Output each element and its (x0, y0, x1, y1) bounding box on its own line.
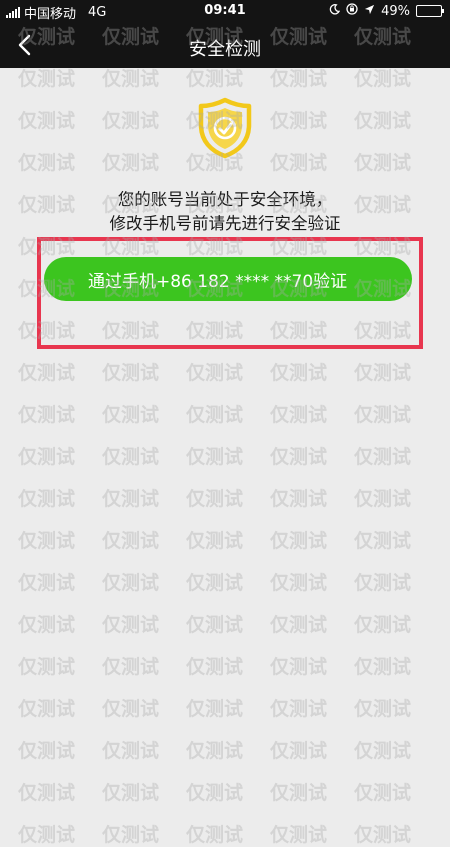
security-message-line2: 修改手机号前请先进行安全验证 (109, 214, 341, 233)
watermark-text: 仅测试 (18, 68, 76, 90)
watermark-text: 仅测试 (102, 572, 160, 594)
watermark-text: 仅测试 (102, 614, 160, 636)
watermark-text: 仅测试 (270, 572, 328, 594)
watermark-text: 仅测试 (270, 404, 328, 426)
watermark-text: 仅测试 (186, 530, 244, 552)
watermark-text: 仅测试 (270, 446, 328, 468)
location-arrow-icon (364, 4, 375, 19)
watermark-text: 仅测试 (354, 656, 412, 678)
watermark-text: 仅测试 (270, 698, 328, 720)
watermark-text: 仅测试 (354, 614, 412, 636)
watermark-text: 仅测试 (18, 824, 76, 846)
watermark-text: 仅测试 (270, 530, 328, 552)
watermark-text: 仅测试 (102, 698, 160, 720)
watermark-text: 仅测试 (354, 740, 412, 762)
watermark-text: 仅测试 (354, 488, 412, 510)
watermark-text: 仅测试 (354, 824, 412, 846)
watermark-text: 仅测试 (18, 656, 76, 678)
watermark-text: 仅测试 (186, 446, 244, 468)
watermark-text: 仅测试 (270, 488, 328, 510)
watermark-text: 仅测试 (354, 68, 412, 90)
watermark-text: 仅测试 (186, 698, 244, 720)
shield-icon (195, 97, 255, 159)
watermark-text: 仅测试 (186, 614, 244, 636)
watermark-text: 仅测试 (18, 740, 76, 762)
watermark-text: 仅测试 (270, 614, 328, 636)
watermark-text: 仅测试 (354, 698, 412, 720)
watermark-text: 仅测试 (18, 446, 76, 468)
watermark-text: 仅测试 (102, 488, 160, 510)
watermark-text: 仅测试 (102, 68, 160, 90)
watermark-text: 仅测试 (270, 740, 328, 762)
watermark-text: 仅测试 (18, 572, 76, 594)
watermark-text: 仅测试 (270, 110, 328, 132)
watermark-text: 仅测试 (102, 656, 160, 678)
watermark-text: 仅测试 (354, 446, 412, 468)
watermark-text: 仅测试 (102, 530, 160, 552)
status-right: 49% (329, 3, 444, 19)
battery-percent: 49% (381, 3, 410, 19)
nav-bar: 安全检测 (0, 22, 450, 68)
watermark-text: 仅测试 (18, 698, 76, 720)
watermark-text: 仅测试 (102, 110, 160, 132)
watermark-text: 仅测试 (270, 782, 328, 804)
watermark-text: 仅测试 (186, 782, 244, 804)
watermark-text: 仅测试 (270, 656, 328, 678)
verify-by-phone-button[interactable]: 通过手机+86 182 **** **70验证 (44, 257, 412, 301)
watermark-text: 仅测试 (18, 362, 76, 384)
watermark-text: 仅测试 (354, 110, 412, 132)
watermark-text: 仅测试 (18, 530, 76, 552)
watermark-text: 仅测试 (354, 152, 412, 174)
watermark-text: 仅测试 (186, 404, 244, 426)
watermark-text: 仅测试 (186, 68, 244, 90)
verify-button-label: 通过手机+86 182 **** **70验证 (88, 271, 348, 292)
watermark-text: 仅测试 (18, 404, 76, 426)
watermark-text: 仅测试 (354, 530, 412, 552)
watermark-text: 仅测试 (102, 362, 160, 384)
watermark-text: 仅测试 (102, 446, 160, 468)
watermark-text: 仅测试 (270, 152, 328, 174)
moon-icon (329, 3, 341, 19)
watermark-text: 仅测试 (18, 488, 76, 510)
watermark-text: 仅测试 (186, 362, 244, 384)
watermark-text: 仅测试 (18, 152, 76, 174)
watermark-text: 仅测试 (102, 782, 160, 804)
watermark-text: 仅测试 (354, 362, 412, 384)
watermark-text: 仅测试 (102, 404, 160, 426)
watermark-text: 仅测试 (18, 614, 76, 636)
page-title: 安全检测 (189, 39, 261, 60)
watermark-text: 仅测试 (18, 782, 76, 804)
watermark-text: 仅测试 (354, 404, 412, 426)
watermark-text: 仅测试 (270, 362, 328, 384)
watermark-text: 仅测试 (18, 110, 76, 132)
watermark-text: 仅测试 (102, 824, 160, 846)
battery-icon (416, 5, 444, 17)
watermark-text: 仅测试 (186, 656, 244, 678)
security-message-line1: 您的账号当前处于安全环境， (117, 190, 333, 209)
watermark-text: 仅测试 (354, 572, 412, 594)
watermark-text: 仅测试 (354, 782, 412, 804)
watermark-text: 仅测试 (102, 152, 160, 174)
watermark-text: 仅测试 (186, 572, 244, 594)
lock-rotation-icon (346, 3, 358, 19)
watermark-text: 仅测试 (270, 68, 328, 90)
watermark-text: 仅测试 (270, 824, 328, 846)
watermark-text: 仅测试 (186, 824, 244, 846)
status-bar: 中国移动 4G 09:41 49% (0, 0, 450, 22)
watermark-text: 仅测试 (186, 740, 244, 762)
watermark-text: 仅测试 (102, 740, 160, 762)
watermark-text: 仅测试 (186, 488, 244, 510)
